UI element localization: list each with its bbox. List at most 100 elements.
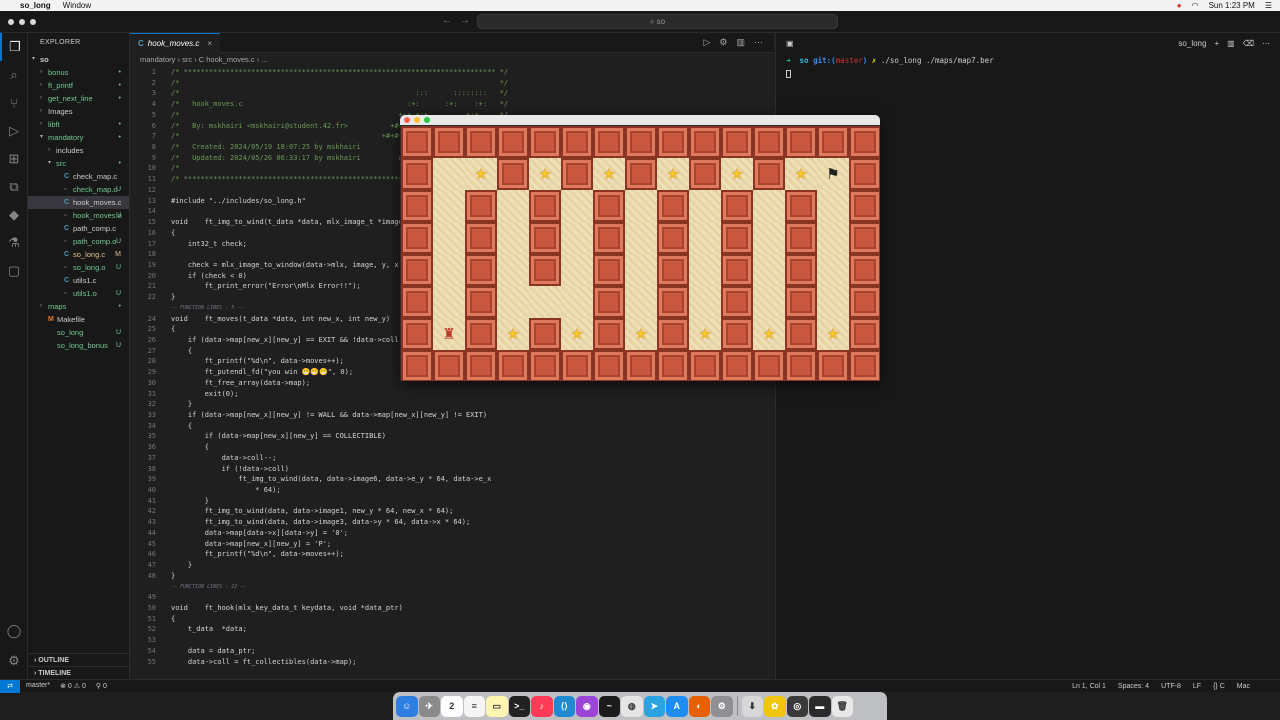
tree-item-so-long-c[interactable]: Cso_long.c M xyxy=(28,248,129,261)
terminal-name[interactable]: so_long xyxy=(1178,39,1206,48)
account-icon[interactable]: ◯ xyxy=(0,617,28,645)
tree-item-maps[interactable]: › maps • xyxy=(28,300,129,313)
minimize-window-button[interactable] xyxy=(19,19,25,25)
dock-firefox-icon[interactable]: ◐ xyxy=(688,695,710,717)
dock-terminal-icon[interactable]: >_ xyxy=(508,695,530,717)
tree-item-hook-moves-c[interactable]: Chook_moves.c xyxy=(28,196,129,209)
new-terminal-icon[interactable]: + xyxy=(1214,39,1219,48)
line-text: ft_print_error("Error\nMlx Error!!"); xyxy=(171,282,361,291)
record-icon[interactable]: ● xyxy=(1177,1,1182,10)
line-number: 9 xyxy=(151,153,156,162)
run-debug-icon[interactable]: ▷ xyxy=(0,117,28,145)
workspace-root[interactable]: ▾ so xyxy=(28,53,129,66)
tree-item-includes[interactable]: › includes xyxy=(28,144,129,157)
docker-icon[interactable]: ◆ xyxy=(0,201,28,229)
tree-item-check-map-o[interactable]: ▫ check_map.o U xyxy=(28,183,129,196)
tree-item-makefile[interactable]: M Makefile xyxy=(28,313,129,326)
dock-notes-icon[interactable]: ≡ xyxy=(463,695,485,717)
nav-arrows[interactable]: ←→ xyxy=(442,15,478,26)
dock-music-icon[interactable]: ♪ xyxy=(531,695,553,717)
zoom-window-button[interactable] xyxy=(30,19,36,25)
search-icon[interactable]: ⌕ xyxy=(0,61,28,89)
ports-count[interactable]: ⚲ 0 xyxy=(96,682,107,690)
tree-item-path-comp-c[interactable]: Cpath_comp.c xyxy=(28,222,129,235)
game-minimize-button[interactable] xyxy=(414,117,420,123)
tree-item-so-long-bonus[interactable]: so_long_bonus U xyxy=(28,339,129,352)
dock-vscode-icon[interactable]: ⟨⟩ xyxy=(553,695,575,717)
dock-calendar-icon[interactable]: 2 xyxy=(441,695,463,717)
dock-browser-icon[interactable]: ◎ xyxy=(786,695,808,717)
tree-item-images[interactable]: › Images xyxy=(28,105,129,118)
more-icon[interactable]: ⋯ xyxy=(1262,39,1270,48)
dock-launchpad-icon[interactable]: ✈ xyxy=(418,695,440,717)
close-window-button[interactable] xyxy=(8,19,14,25)
tree-item-src[interactable]: ▾ src • xyxy=(28,157,129,170)
close-tab-icon[interactable]: × xyxy=(207,39,212,48)
tree-item-hook-moves-o[interactable]: ▫ hook_moves.o U xyxy=(28,209,129,222)
testing-icon[interactable]: ⚗ xyxy=(0,229,28,257)
dock-app-store-icon[interactable]: A xyxy=(666,695,688,717)
menubar-app-name[interactable]: so_long xyxy=(20,1,51,10)
so-long-game-window[interactable]: ★ ★ ★ ★ ★ ★ ⚑ ♜ ★ ★ ★ ★ ★ ★ xyxy=(400,115,880,381)
breadcrumb[interactable]: mandatory › src › C hook_moves.c › ... xyxy=(130,53,773,67)
split-editor-icon[interactable]: ▥ xyxy=(736,37,745,48)
dock-chrome-icon[interactable]: ◍ xyxy=(621,695,643,717)
dock-finder-icon[interactable]: ☺ xyxy=(396,695,418,717)
tree-item-path-comp-o[interactable]: ▫ path_comp.o U xyxy=(28,235,129,248)
dock-activity-monitor-icon[interactable]: ~ xyxy=(598,695,620,717)
line-text: { xyxy=(171,228,176,237)
cursor-position[interactable]: Ln 1, Col 1 xyxy=(1072,683,1106,690)
outline-section[interactable]: › OUTLINE xyxy=(28,653,129,666)
tree-item-mandatory[interactable]: ▾ mandatory • xyxy=(28,131,129,144)
git-branch[interactable]: master* xyxy=(26,682,50,690)
tree-item-get-next-line[interactable]: › get_next_line • xyxy=(28,92,129,105)
tree-item-check-map-c[interactable]: Ccheck_map.c xyxy=(28,170,129,183)
chat-icon[interactable]: ▢ xyxy=(0,257,28,285)
tab-hook-moves[interactable]: C hook_moves.c × xyxy=(130,33,221,53)
dock-colorsync-icon[interactable]: ✿ xyxy=(764,695,786,717)
extensions-icon[interactable]: ⊞ xyxy=(0,145,28,173)
timeline-section[interactable]: › TIMELINE xyxy=(28,666,129,679)
problems-count[interactable]: ⊗ 0 ⚠ 0 xyxy=(60,682,86,690)
wifi-icon[interactable]: ◠ xyxy=(1192,1,1199,10)
dock-stickies-icon[interactable]: ▭ xyxy=(486,695,508,717)
line-text: data->map[new_x][new_y] = 'P'; xyxy=(171,539,332,548)
game-close-button[interactable] xyxy=(404,117,410,123)
dock-trash-icon[interactable]: 🗑 xyxy=(831,695,853,717)
tree-item-libft[interactable]: › libft • xyxy=(28,118,129,131)
game-zoom-button[interactable] xyxy=(424,117,430,123)
tree-item-utils1-c[interactable]: Cutils1.c xyxy=(28,274,129,287)
tree-item-so-long[interactable]: so_long U xyxy=(28,326,129,339)
remote-explorer-icon[interactable]: ⧉ xyxy=(0,173,28,201)
source-control-icon[interactable]: ⑂ xyxy=(0,89,28,117)
menubar-window-menu[interactable]: Window xyxy=(63,1,91,10)
tree-item-bonus[interactable]: › bonus • xyxy=(28,66,129,79)
more-actions-icon[interactable]: ⋯ xyxy=(754,37,763,48)
end-of-line[interactable]: LF xyxy=(1193,683,1201,690)
platform[interactable]: Mac xyxy=(1237,683,1250,690)
dock-screen-icon[interactable]: ▬ xyxy=(809,695,831,717)
indentation[interactable]: Spaces: 4 xyxy=(1118,683,1149,690)
control-center-icon[interactable]: ☰ xyxy=(1265,1,1272,10)
trash-icon[interactable]: ⌫ xyxy=(1243,39,1254,48)
command-search-input[interactable]: ⌕ so xyxy=(477,14,838,29)
star-collectible-icon: ★ xyxy=(666,165,680,183)
language-mode[interactable]: {} C xyxy=(1213,683,1225,690)
manage-gear-icon[interactable]: ⚙ xyxy=(0,647,28,675)
tree-item-utils1-o[interactable]: ▫ utils1.o U xyxy=(28,287,129,300)
dock-podcasts-icon[interactable]: ◉ xyxy=(576,695,598,717)
settings-icon[interactable]: ⚙ xyxy=(719,37,727,48)
clock[interactable]: Sun 1:23 PM xyxy=(1209,1,1255,10)
tree-item-ft-printf[interactable]: › ft_printf • xyxy=(28,79,129,92)
dock-downloads-icon[interactable]: ⬇ xyxy=(741,695,763,717)
run-icon[interactable]: ▷ xyxy=(703,37,710,48)
git-status-badge: • xyxy=(118,160,121,167)
explorer-icon[interactable]: ❐ xyxy=(0,33,28,61)
dock-telegram-icon[interactable]: ➤ xyxy=(643,695,665,717)
line-number: 51 xyxy=(147,614,156,623)
split-terminal-icon[interactable]: ▥ xyxy=(1227,39,1235,48)
encoding[interactable]: UTF-8 xyxy=(1161,683,1181,690)
remote-indicator-icon[interactable]: ⇄ xyxy=(0,679,20,693)
dock-system-settings-icon[interactable]: ⚙ xyxy=(711,695,733,717)
tree-item-so-long-o[interactable]: ▫ so_long.o U xyxy=(28,261,129,274)
